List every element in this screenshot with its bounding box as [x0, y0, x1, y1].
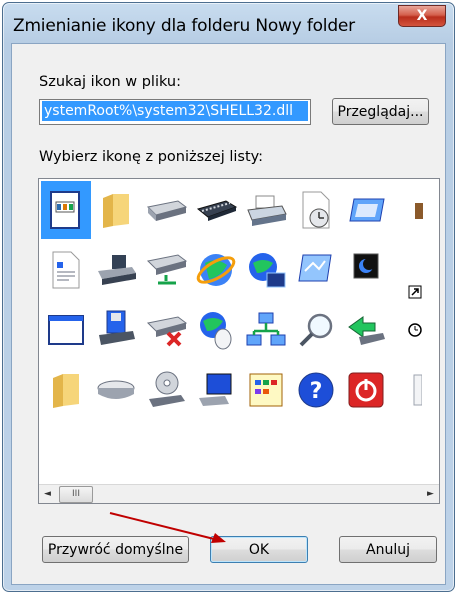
- dialog-body: Szukaj ikon w pliku: ystemRoot%\system32…: [11, 43, 446, 585]
- document-text-icon[interactable]: [41, 241, 91, 299]
- drive-icon[interactable]: [141, 181, 191, 239]
- window-title: Zmienianie ikony dla folderu Nowy folder: [13, 16, 355, 36]
- power-icon[interactable]: [341, 361, 391, 419]
- internet-explorer-icon[interactable]: [191, 241, 241, 299]
- ok-button[interactable]: OK: [210, 536, 308, 563]
- scroll-thumb[interactable]: III: [59, 486, 93, 503]
- computer-icon[interactable]: [191, 361, 241, 419]
- icon-file-input[interactable]: ystemRoot%\system32\SHELL32.dll: [39, 99, 311, 125]
- green-arrow-drive-icon[interactable]: [341, 301, 391, 359]
- shortcut-arrow-icon[interactable]: [391, 241, 439, 299]
- dialog-window: Zmienianie ikony dla folderu Nowy folder…: [2, 2, 455, 592]
- removable-drive-icon[interactable]: [91, 361, 141, 419]
- monitor-moon-icon[interactable]: [341, 241, 391, 299]
- window-blue-icon[interactable]: [341, 181, 391, 239]
- close-button[interactable]: X: [398, 5, 446, 27]
- printer-icon[interactable]: [241, 181, 291, 239]
- search-label: Szukaj ikon w pliku:: [39, 74, 182, 90]
- cancel-button[interactable]: Anuluj: [339, 536, 437, 563]
- document-window-icon[interactable]: [41, 181, 91, 239]
- control-panel-icon[interactable]: [291, 241, 341, 299]
- browse-button[interactable]: Przeglądaj...: [332, 98, 429, 125]
- floppy-disk-icon[interactable]: [91, 301, 141, 359]
- floppy-drive-icon[interactable]: [91, 241, 141, 299]
- help-icon[interactable]: ?: [291, 361, 341, 419]
- partial-doc-icon[interactable]: [391, 361, 439, 419]
- partial-icon[interactable]: [391, 181, 439, 239]
- network-computers-icon[interactable]: [241, 301, 291, 359]
- icon-list[interactable]: ? ◄ III ►: [38, 178, 440, 504]
- restore-defaults-button[interactable]: Przywróć domyślne: [42, 536, 189, 563]
- cd-drive-icon[interactable]: [141, 361, 191, 419]
- scroll-right-icon[interactable]: ►: [422, 485, 439, 503]
- document-clock-icon[interactable]: [291, 181, 341, 239]
- scroll-left-icon[interactable]: ◄: [39, 485, 56, 503]
- drive-error-icon[interactable]: [141, 301, 191, 359]
- network-drive-icon[interactable]: [141, 241, 191, 299]
- folder-open-icon[interactable]: [41, 361, 91, 419]
- globe-mouse-icon[interactable]: [191, 301, 241, 359]
- horizontal-scrollbar[interactable]: ◄ III ►: [39, 484, 439, 503]
- magnifier-icon[interactable]: [291, 301, 341, 359]
- icon-list-label: Wybierz ikonę z poniższej listy:: [39, 149, 264, 165]
- window-frame-icon[interactable]: [41, 301, 91, 359]
- clock-small-icon[interactable]: [391, 301, 439, 359]
- svg-text:?: ?: [310, 379, 323, 404]
- network-globe-icon[interactable]: [241, 241, 291, 299]
- icon-file-path: ystemRoot%\system32\SHELL32.dll: [42, 101, 308, 121]
- folder-icon[interactable]: [91, 181, 141, 239]
- title-bar[interactable]: Zmienianie ikony dla folderu Nowy folder…: [3, 3, 454, 43]
- chip-icon[interactable]: [191, 181, 241, 239]
- panel-grid-icon[interactable]: [241, 361, 291, 419]
